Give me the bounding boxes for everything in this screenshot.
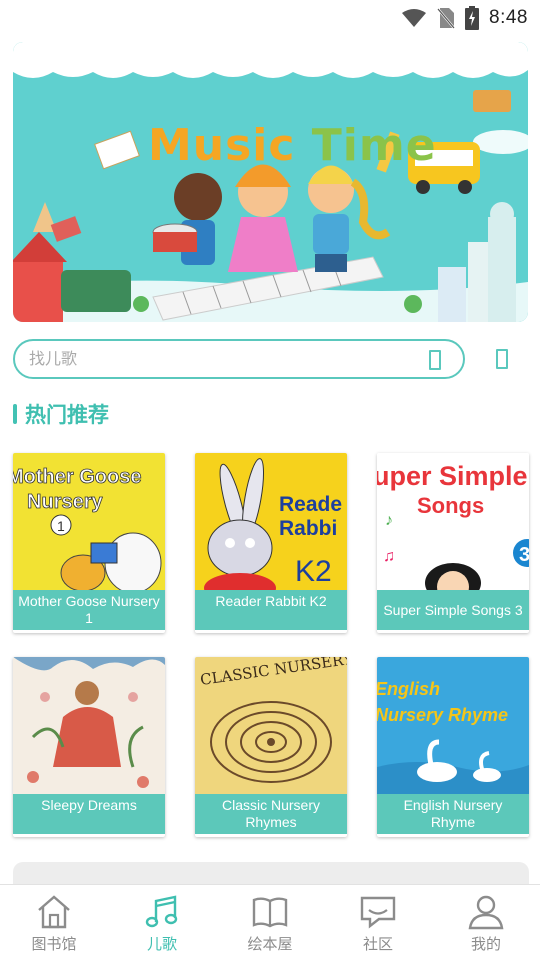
person-icon [468, 895, 504, 930]
wifi-icon [402, 9, 427, 27]
album-cover: English Nursery Rhyme [377, 657, 529, 797]
status-time: 8:48 [489, 7, 528, 28]
music-time-banner[interactable]: Music Time [13, 42, 528, 322]
tab-label: 我的 [470, 936, 501, 953]
album-title: Sleepy Dreams [13, 794, 165, 834]
svg-text:1: 1 [57, 518, 65, 534]
bottom-tab-bar: 图书馆 儿歌 绘本屋 社区 我的 [0, 884, 540, 960]
album-card[interactable]: English Nursery Rhyme English Nursery Rh… [377, 657, 529, 837]
svg-text:K2: K2 [295, 555, 332, 588]
music-note-icon [145, 895, 178, 928]
album-cover: Mother Goose Nursery 1 [13, 453, 165, 593]
house-icon [38, 895, 70, 929]
album-title: Reader Rabbit K2 [195, 590, 347, 630]
open-book-icon [252, 897, 288, 928]
svg-text:3: 3 [519, 544, 529, 566]
album-card[interactable]: Mother Goose Nursery 1 Mother Goose Nurs… [13, 453, 165, 633]
album-card[interactable]: Sleepy Dreams [13, 657, 165, 837]
album-title: Mother Goose Nursery 1 [13, 590, 165, 630]
svg-text:Nursery: Nursery [27, 491, 103, 513]
svg-text:Nursery Rhyme: Nursery Rhyme [377, 705, 508, 725]
svg-text:♪: ♪ [385, 512, 393, 529]
status-icons: 8:48 [401, 6, 528, 30]
no-sim-icon [437, 8, 455, 29]
section-title: 热门推荐 [25, 404, 109, 427]
search-input[interactable] [29, 349, 409, 371]
svg-text:Songs: Songs [417, 493, 484, 518]
tab-picture-books[interactable]: 绘本屋 [216, 885, 324, 960]
chat-bubble-icon [360, 896, 396, 929]
tab-profile[interactable]: 我的 [432, 885, 540, 960]
svg-text:Reade: Reade [279, 493, 342, 516]
album-cover: CLASSIC NURSERY RHYMES [195, 657, 347, 797]
album-title: English Nursery Rhyme [377, 794, 529, 834]
album-cover: uper Simple Songs 3 ♪ ♫ [377, 453, 529, 593]
tab-community[interactable]: 社区 [324, 885, 432, 960]
album-card[interactable]: CLASSIC NURSERY RHYMES Classic Nursery R… [195, 657, 347, 837]
search-button-icon[interactable] [429, 350, 441, 370]
album-title: Classic Nursery Rhymes [195, 794, 347, 834]
section-header: 热门推荐 [13, 400, 109, 428]
album-card[interactable]: uper Simple Songs 3 ♪ ♫ Super Simple Son… [377, 453, 529, 633]
svg-text:Rabbi: Rabbi [279, 517, 337, 540]
album-card[interactable]: Reade Rabbi K2 Reader Rabbit K2 [195, 453, 347, 633]
banner-illustration [13, 42, 528, 322]
svg-text:Mother Goose: Mother Goose [13, 466, 141, 488]
svg-text:♫: ♫ [383, 548, 395, 565]
album-cover [13, 657, 165, 797]
search-bar[interactable] [13, 339, 465, 379]
tab-label: 儿歌 [146, 936, 177, 953]
tab-label: 社区 [362, 936, 393, 953]
svg-text:uper Simple: uper Simple [377, 461, 528, 491]
tab-label: 绘本屋 [247, 936, 293, 953]
album-title: Super Simple Songs 3 [377, 590, 529, 630]
svg-text:English: English [377, 679, 440, 699]
banner-title: Music Time [148, 120, 437, 171]
status-bar: 8:48 [0, 0, 540, 36]
section-accent-bar [13, 404, 17, 424]
voice-search-icon[interactable] [496, 349, 508, 369]
tab-label: 图书馆 [31, 936, 77, 953]
tab-songs[interactable]: 儿歌 [108, 885, 216, 960]
album-cover: Reade Rabbi K2 [195, 453, 347, 593]
tab-library[interactable]: 图书馆 [0, 885, 108, 960]
battery-charging-icon [465, 6, 480, 30]
